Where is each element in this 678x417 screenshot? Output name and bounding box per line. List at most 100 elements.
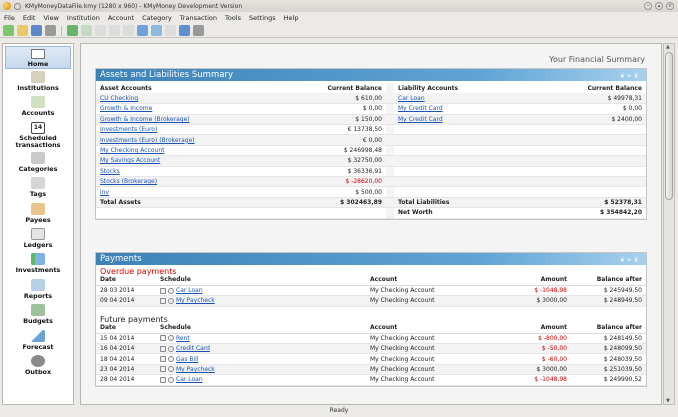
- tag-icon: [31, 177, 45, 190]
- enter-icon[interactable]: [168, 335, 174, 342]
- menu-transaction[interactable]: Transaction: [180, 14, 217, 22]
- sidebar-item-accounts[interactable]: Accounts: [3, 94, 73, 119]
- edit-icon[interactable]: [160, 335, 166, 342]
- sidebar-item-label: Reports: [23, 291, 53, 300]
- edit-icon[interactable]: [160, 345, 166, 352]
- menu-help[interactable]: Help: [284, 14, 299, 22]
- delete-account-icon[interactable]: [109, 25, 120, 36]
- asset-account-link[interactable]: Growth & Income: [100, 105, 152, 112]
- maximize-button[interactable]: ▴: [655, 2, 663, 10]
- panel-title: Payments: [100, 254, 142, 264]
- menu-institution[interactable]: Institution: [67, 14, 100, 22]
- asset-account-link[interactable]: My Savings Account: [100, 157, 160, 164]
- edit-icon[interactable]: [160, 366, 166, 373]
- pin-icon[interactable]: [14, 2, 21, 10]
- scroll-up-icon[interactable]: ▲: [666, 44, 670, 50]
- sidebar-item-tags[interactable]: Tags: [3, 175, 73, 200]
- schedule-link[interactable]: Gas Bill: [176, 356, 198, 363]
- col-account: Account: [366, 322, 496, 334]
- calculator-icon[interactable]: [193, 25, 204, 36]
- menu-category[interactable]: Category: [142, 14, 172, 22]
- table-row: Investments (Euro) (Brokerage) € 0,00: [96, 134, 646, 146]
- schedule-link[interactable]: Car Loan: [176, 376, 203, 383]
- asset-account-link[interactable]: Investments (Euro): [100, 126, 157, 133]
- table-row: CU Checking $ 610,00 Car Loan $ 49978,31: [96, 93, 646, 105]
- table-row: My Checking Account $ 246998,48: [96, 145, 646, 157]
- transaction-icon[interactable]: [123, 25, 134, 36]
- new-file-icon[interactable]: [3, 25, 14, 36]
- asset-account-link[interactable]: CU Checking: [100, 95, 138, 102]
- sidebar-item-budgets[interactable]: Budgets: [3, 302, 73, 327]
- find-icon[interactable]: [179, 25, 190, 36]
- net-worth-row: Net Worth $ 354842,20: [96, 207, 646, 219]
- asset-account-link[interactable]: Investments (Euro) (Brokerage): [100, 137, 195, 144]
- enter-icon[interactable]: [168, 356, 174, 363]
- schedule-link[interactable]: My Paycheck: [176, 366, 215, 373]
- edit-icon[interactable]: [160, 356, 166, 363]
- scroll-down-icon[interactable]: ▼: [666, 398, 670, 404]
- update-icon[interactable]: [165, 25, 176, 36]
- edit-account-icon[interactable]: [95, 25, 106, 36]
- chart-icon[interactable]: [151, 25, 162, 36]
- col-account: Account: [366, 275, 496, 286]
- home-view: Your Financial Summary Assets and Liabil…: [80, 43, 662, 405]
- payment-balance-after: $ 248039,50: [571, 353, 646, 365]
- menu-settings[interactable]: Settings: [249, 14, 276, 22]
- enter-icon[interactable]: [168, 376, 174, 383]
- sidebar-item-reports[interactable]: Reports: [3, 277, 73, 302]
- payment-account: My Checking Account: [366, 353, 496, 365]
- sidebar-item-home[interactable]: Home: [5, 46, 71, 69]
- menu-file[interactable]: File: [4, 14, 15, 22]
- asset-account-link[interactable]: inv: [100, 189, 109, 196]
- menu-account[interactable]: Account: [108, 14, 134, 22]
- sidebar-item-ledgers[interactable]: Ledgers: [3, 226, 73, 251]
- enter-icon[interactable]: [168, 297, 174, 304]
- sidebar-item-investments[interactable]: Investments: [3, 251, 73, 276]
- asset-account-link[interactable]: Stocks (Brokerage): [100, 178, 157, 185]
- schedule-link[interactable]: Car Loan: [176, 287, 203, 294]
- menu-view[interactable]: View: [43, 14, 58, 22]
- save-icon[interactable]: [31, 25, 42, 36]
- col-balance-after: Balance after: [571, 275, 646, 286]
- edit-icon[interactable]: [160, 376, 166, 383]
- enter-icon[interactable]: [168, 287, 174, 294]
- menu-edit[interactable]: Edit: [23, 14, 36, 22]
- totals-row: Total Assets $ 302463,89 Total Liabiliti…: [96, 197, 646, 209]
- sidebar-item-scheduled[interactable]: 14 Scheduled transactions: [3, 120, 73, 150]
- close-button[interactable]: ×: [666, 2, 674, 10]
- print-icon[interactable]: [45, 25, 56, 36]
- payment-amount: $ 3000,00: [496, 295, 571, 307]
- edit-icon[interactable]: [160, 287, 166, 294]
- enter-icon[interactable]: [168, 366, 174, 373]
- sidebar-item-categories[interactable]: Categories: [3, 150, 73, 175]
- open-file-icon[interactable]: [17, 25, 28, 36]
- asset-account-link[interactable]: Stocks: [100, 168, 120, 175]
- asset-balance: $ 36336,91: [276, 166, 386, 178]
- asset-account-link[interactable]: Growth & Income (Brokerage): [100, 116, 190, 123]
- sidebar-item-payees[interactable]: Payees: [3, 201, 73, 226]
- scrollbar-thumb[interactable]: [665, 52, 673, 200]
- edit-icon[interactable]: [160, 297, 166, 304]
- asset-account-link[interactable]: My Checking Account: [100, 147, 165, 154]
- panel-title: Assets and Liabilities Summary: [100, 70, 233, 80]
- schedule-link[interactable]: My Paycheck: [176, 297, 215, 304]
- col-date: Date: [96, 275, 156, 286]
- accounts-icon: [31, 96, 45, 109]
- col-asset-balance: Current Balance: [276, 83, 386, 94]
- liability-account-link[interactable]: My Credit Card: [398, 105, 443, 112]
- enter-icon[interactable]: [168, 345, 174, 352]
- new-account-icon[interactable]: [81, 25, 92, 36]
- minimize-button[interactable]: –: [644, 2, 652, 10]
- menu-tools[interactable]: Tools: [225, 14, 241, 22]
- schedule-link[interactable]: Rent: [176, 335, 190, 342]
- sidebar-item-forecast[interactable]: Forecast: [3, 328, 73, 353]
- asset-balance: $ 246998,48: [276, 145, 386, 157]
- sidebar-item-institutions[interactable]: Institutions: [3, 69, 73, 94]
- new-institution-icon[interactable]: [67, 25, 78, 36]
- vertical-scrollbar[interactable]: ▲ ▼: [663, 43, 675, 405]
- reconcile-icon[interactable]: [137, 25, 148, 36]
- liability-account-link[interactable]: My Credit Card: [398, 116, 443, 123]
- liability-account-link[interactable]: Car Loan: [398, 95, 425, 102]
- sidebar-item-outbox[interactable]: Outbox: [3, 353, 73, 378]
- schedule-link[interactable]: Credit Card: [176, 345, 210, 352]
